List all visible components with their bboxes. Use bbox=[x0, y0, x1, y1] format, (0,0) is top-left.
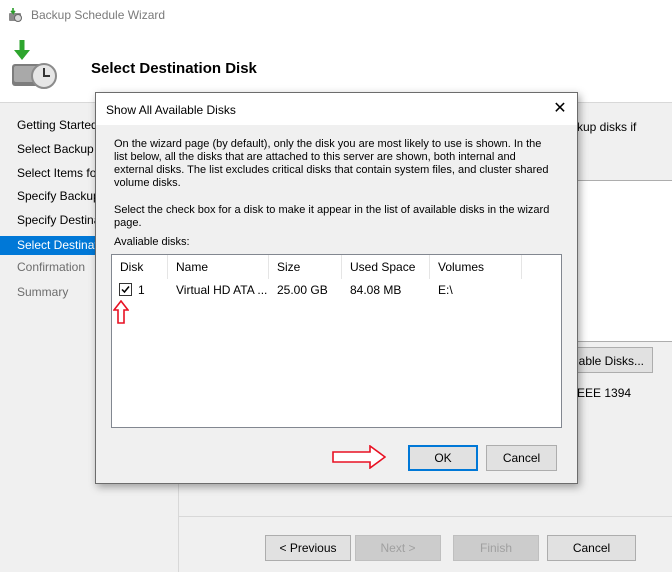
window-title: Backup Schedule Wizard bbox=[31, 8, 166, 22]
cell-used-space: 84.08 MB bbox=[350, 283, 402, 297]
next-button[interactable]: Next > bbox=[355, 535, 441, 561]
backup-wizard-icon bbox=[12, 40, 57, 89]
dialog-title-bar: Show All Available Disks ✕ bbox=[96, 93, 577, 125]
nav-item-destination-type[interactable]: Specify Destination Type bbox=[0, 211, 100, 230]
column-header-volumes[interactable]: Volumes bbox=[430, 255, 522, 279]
wizard-cancel-button[interactable]: Cancel bbox=[547, 535, 636, 561]
title-bar: Backup Schedule Wizard bbox=[0, 0, 672, 30]
footer-divider bbox=[178, 516, 672, 517]
close-icon[interactable]: ✕ bbox=[548, 99, 572, 119]
column-header-disk[interactable]: Disk bbox=[112, 255, 168, 279]
nav-item-getting-started[interactable]: Getting Started bbox=[0, 116, 100, 135]
arrow-right-icon bbox=[332, 445, 386, 469]
cell-name: Virtual HD ATA ... bbox=[176, 283, 268, 297]
dialog-instruction: Select the check box for a disk to make … bbox=[114, 204, 550, 229]
column-header-size[interactable]: Size bbox=[269, 255, 342, 279]
dialog-description: On the wizard page (by default), only th… bbox=[114, 138, 549, 189]
finish-button[interactable]: Finish bbox=[453, 535, 539, 561]
arrow-up-icon bbox=[113, 300, 129, 324]
nav-item-backup-configuration[interactable]: Select Backup Configuration bbox=[0, 140, 100, 159]
column-header-used-space[interactable]: Used Space bbox=[342, 255, 430, 279]
nav-item-destination-disk[interactable]: Select Destination Disk bbox=[0, 236, 100, 255]
note-text-fragment: EEE 1394 bbox=[577, 386, 632, 400]
backup-app-icon bbox=[9, 8, 22, 22]
cell-size: 25.00 GB bbox=[277, 283, 328, 297]
nav-item-summary: Summary bbox=[17, 285, 69, 299]
nav-item-confirmation: Confirmation bbox=[17, 260, 86, 274]
intro-text-fragment: kup disks if bbox=[577, 120, 637, 134]
dialog-cancel-button[interactable]: Cancel bbox=[486, 445, 557, 471]
dialog-title: Show All Available Disks bbox=[106, 103, 236, 117]
page-title: Select Destination Disk bbox=[91, 60, 257, 77]
show-all-disks-dialog: Show All Available Disks ✕ On the wizard… bbox=[95, 92, 578, 484]
show-all-disks-label: able Disks... bbox=[578, 354, 644, 368]
ok-button[interactable]: OK bbox=[408, 445, 478, 471]
wizard-step-nav: Getting Started Select Backup Configurat… bbox=[0, 103, 100, 572]
cell-disk: 1 bbox=[138, 283, 145, 297]
nav-item-items-for-backup[interactable]: Select Items for Backup bbox=[0, 164, 100, 183]
show-all-disks-button[interactable]: able Disks... bbox=[577, 347, 653, 373]
available-disks-label: Avaliable disks: bbox=[114, 236, 190, 248]
cell-volumes: E:\ bbox=[438, 283, 453, 297]
available-disks-list[interactable]: Disk Name Size Used Space Volumes 1 Virt… bbox=[111, 254, 562, 428]
destination-disk-list[interactable] bbox=[577, 180, 672, 342]
previous-button[interactable]: < Previous bbox=[265, 535, 351, 561]
nav-item-backup-time[interactable]: Specify Backup Time bbox=[0, 187, 100, 206]
column-header-name[interactable]: Name bbox=[168, 255, 269, 279]
